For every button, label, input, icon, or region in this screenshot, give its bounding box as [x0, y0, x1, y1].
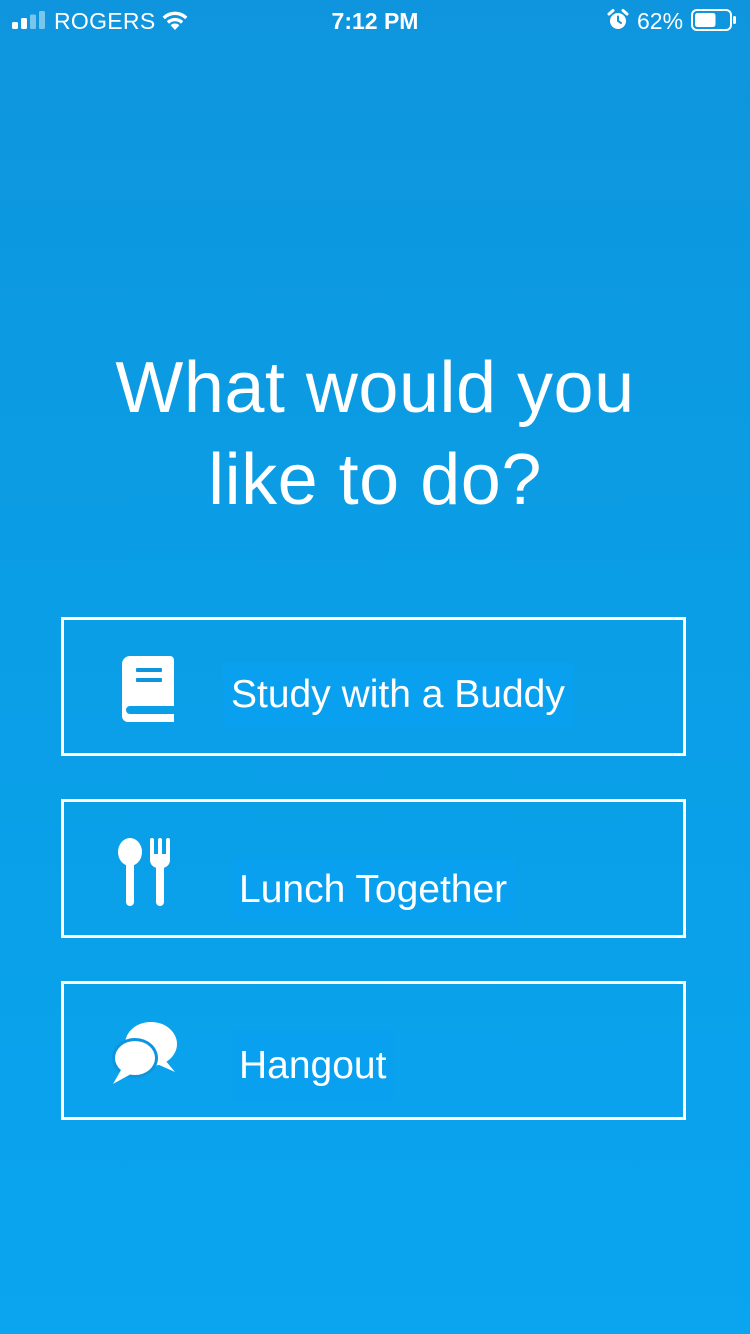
battery-icon [691, 9, 736, 31]
lunch-together-button[interactable]: Lunch Together [61, 799, 686, 938]
study-with-buddy-label: Study with a Buddy [223, 663, 573, 727]
alarm-icon [607, 9, 629, 29]
hangout-label: Hangout [231, 1030, 395, 1102]
lunch-together-label: Lunch Together [231, 858, 516, 922]
hangout-button[interactable]: Hangout [61, 981, 686, 1120]
chat-bubbles-icon [112, 1022, 177, 1084]
study-with-buddy-button[interactable]: Study with a Buddy [61, 617, 686, 756]
page-title: What would you like to do? [0, 342, 750, 526]
page-title-line-1: What would you [115, 348, 635, 428]
page-title-line-2: like to do? [208, 440, 542, 520]
book-icon [122, 656, 174, 722]
battery-percentage: 62% [637, 8, 684, 34]
utensils-icon [118, 838, 170, 906]
status-bar: ROGERS 7:12 PM 62% [0, 0, 750, 40]
